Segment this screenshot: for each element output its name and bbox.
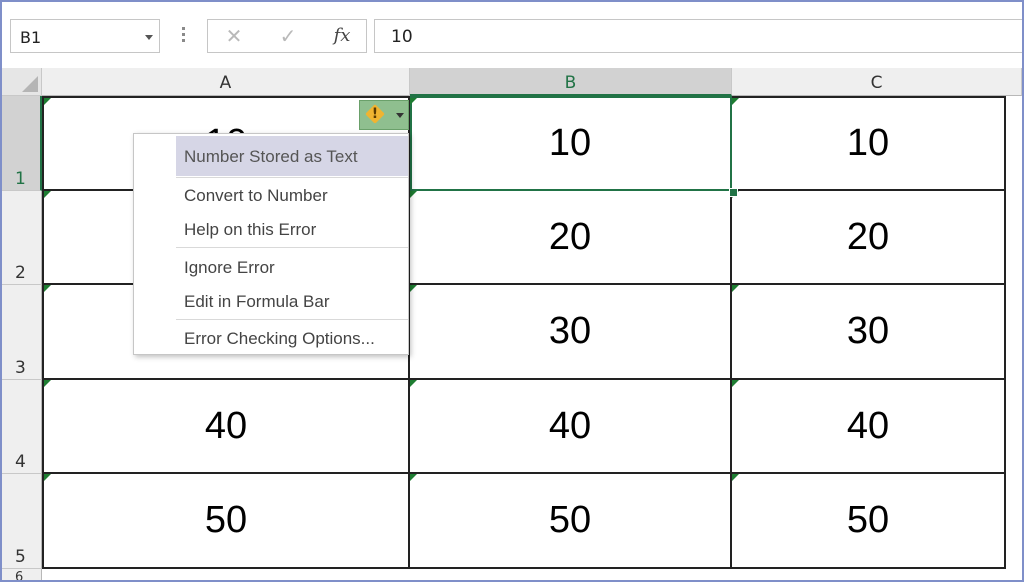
error-flag-icon [410,285,417,292]
menu-separator [176,319,408,320]
cell-c3[interactable]: 30 [732,285,1006,380]
cell-c2[interactable]: 20 [732,191,1006,285]
cell-value: 40 [204,404,248,447]
error-checking-button[interactable]: ! [359,100,409,130]
error-flag-icon [732,285,739,292]
row-number: 5 [15,547,26,567]
cell-b1[interactable]: 10 [410,96,732,191]
select-all-triangle-icon [22,76,38,92]
insert-function-icon[interactable]: fx [328,24,356,48]
row-number: 3 [15,358,26,378]
error-flag-icon [732,98,739,105]
chevron-down-icon [396,113,404,118]
name-box-value: B1 [20,28,42,47]
cell-a4[interactable]: 40 [42,380,410,474]
cancel-icon[interactable]: ✕ [220,24,248,48]
cell-b2[interactable]: 20 [410,191,732,285]
cell-value: 50 [204,499,248,541]
menu-item-label: Help on this Error [184,220,317,239]
error-checking-menu: Number Stored as Text Convert to Number … [133,133,409,355]
enter-icon[interactable]: ✓ [274,24,302,48]
cell-a5[interactable]: 50 [42,474,410,569]
row-header-5[interactable]: 5 [2,474,42,569]
fill-handle[interactable] [729,188,738,197]
error-flag-icon [410,98,417,105]
error-flag-icon [410,380,417,387]
menu-item-label: Convert to Number [184,186,328,205]
cell-value: 10 [846,122,890,164]
cell-c5[interactable]: 50 [732,474,1006,569]
row-number: 2 [15,263,26,283]
select-all-button[interactable] [2,68,42,96]
cell-b3[interactable]: 30 [410,285,732,380]
menu-item-label: Ignore Error [184,258,275,277]
exclamation-icon: ! [371,106,379,122]
formula-bar: B1 ✕ ✓ fx 10 [2,2,1022,69]
error-flag-icon [44,191,51,198]
menu-item-ignore-error[interactable]: Ignore Error [134,250,408,284]
column-header-b[interactable]: B [410,68,732,96]
row-number: 1 [15,169,26,189]
formula-input[interactable]: 10 [374,19,1022,53]
cell-b5[interactable]: 50 [410,474,732,569]
row-header-2[interactable]: 2 [2,191,42,285]
menu-separator [176,247,408,248]
cell-value: 20 [548,215,592,258]
row-header-6[interactable]: 6 [2,569,42,582]
error-flag-icon [732,474,739,481]
menu-item-label: Edit in Formula Bar [184,292,330,311]
row-header-4[interactable]: 4 [2,380,42,474]
cell-b4[interactable]: 40 [410,380,732,474]
row-header-3[interactable]: 3 [2,285,42,380]
menu-item-label: Error Checking Options... [184,329,375,348]
error-flag-icon [410,191,417,198]
formula-value: 10 [391,27,413,47]
menu-header: Number Stored as Text [176,136,408,176]
name-box[interactable]: B1 [10,19,160,53]
menu-item-convert-to-number[interactable]: Convert to Number [134,178,408,212]
grip-icon[interactable] [182,27,185,45]
error-flag-icon [44,98,51,105]
cell-value: 40 [846,404,890,447]
menu-header-label: Number Stored as Text [184,147,358,166]
menu-item-error-checking-options[interactable]: Error Checking Options... [134,321,408,355]
row-number: 4 [15,452,26,472]
error-flag-icon [44,474,51,481]
menu-item-help-on-error[interactable]: Help on this Error [134,212,408,246]
error-flag-icon [732,380,739,387]
cell-value: 20 [846,215,890,258]
cell-value: 50 [846,499,890,541]
error-flag-icon [44,285,51,292]
cell-value: 50 [548,499,592,541]
error-flag-icon [44,380,51,387]
row-header-1[interactable]: 1 [2,96,42,191]
cell-value: 40 [548,404,592,447]
cell-c4[interactable]: 40 [732,380,1006,474]
formula-buttons: ✕ ✓ fx [207,19,367,53]
row-number: 6 [15,570,24,582]
column-header-c[interactable]: C [732,68,1022,96]
menu-item-edit-in-formula-bar[interactable]: Edit in Formula Bar [134,284,408,318]
cell-c1[interactable]: 10 [732,96,1006,191]
cell-value: 30 [548,310,592,352]
column-header-a[interactable]: A [42,68,410,96]
cell-value: 30 [846,310,890,352]
chevron-down-icon[interactable] [145,35,153,40]
error-flag-icon [410,474,417,481]
excel-window: B1 ✕ ✓ fx 10 A B C 1 2 3 4 5 6 10 10 10 … [0,0,1024,582]
cell-value: 10 [548,122,592,164]
